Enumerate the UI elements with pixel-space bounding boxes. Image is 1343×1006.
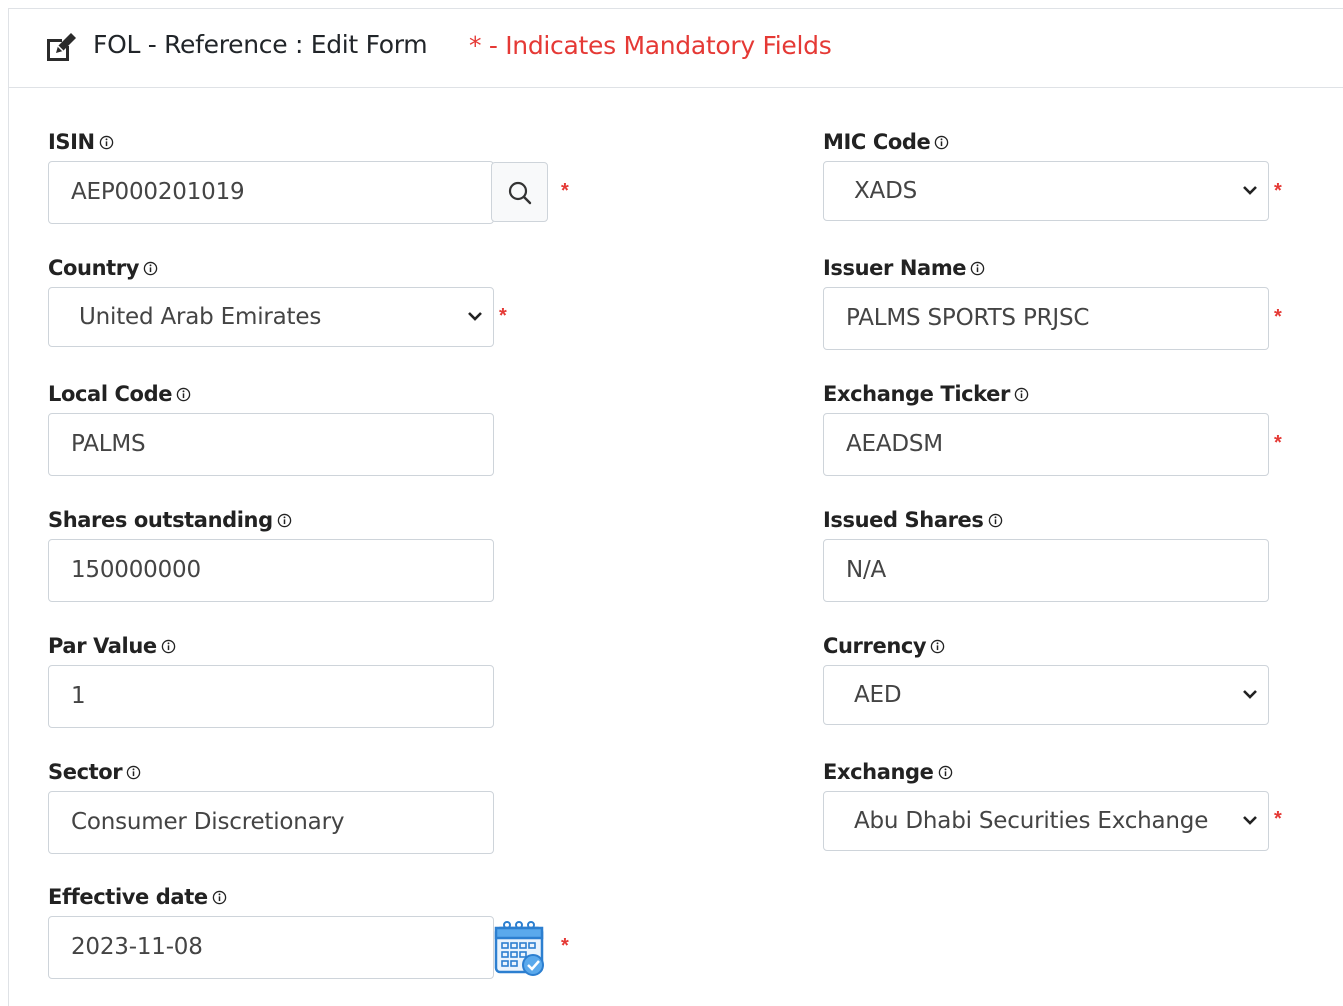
country-label: Country	[48, 256, 140, 280]
page-title: FOL - Reference : Edit Form	[93, 30, 428, 59]
isin-search-button[interactable]	[491, 162, 548, 222]
required-marker: *	[1274, 306, 1282, 328]
info-icon	[161, 639, 175, 654]
chevron-down-icon	[1243, 690, 1257, 699]
currency-select[interactable]: AED	[823, 665, 1269, 725]
info-icon	[277, 513, 291, 528]
search-icon	[508, 181, 532, 205]
isin-input[interactable]: AEP000201019	[48, 161, 494, 224]
local-code-input[interactable]: PALMS	[48, 413, 494, 476]
info-icon	[930, 639, 945, 654]
country-value: United Arab Emirates	[79, 304, 322, 330]
sector-input[interactable]: Consumer Discretionary	[48, 791, 494, 854]
country-select[interactable]: United Arab Emirates	[48, 287, 494, 347]
info-icon	[938, 765, 952, 780]
required-marker: *	[561, 935, 569, 957]
issuer-name-label: Issuer Name	[823, 256, 967, 280]
chevron-down-icon	[468, 312, 482, 321]
chevron-down-icon	[1243, 186, 1257, 195]
issued-shares-label: Issued Shares	[823, 508, 984, 532]
exchange-label: Exchange	[823, 760, 934, 784]
card-header: FOL - Reference : Edit Form * - Indicate…	[9, 9, 1343, 88]
local-code-label: Local Code	[48, 382, 173, 406]
edit-form-card: FOL - Reference : Edit Form * - Indicate…	[8, 8, 1343, 1006]
exchange-ticker-input[interactable]: AEADSM	[823, 413, 1269, 476]
par-value-input[interactable]: 1	[48, 665, 494, 728]
info-icon	[143, 261, 158, 276]
shares-outstanding-label: Shares outstanding	[48, 508, 273, 532]
required-marker: *	[1274, 432, 1282, 454]
required-marker: *	[499, 305, 507, 327]
info-icon	[176, 387, 191, 402]
info-icon	[1014, 387, 1029, 402]
exchange-select[interactable]: Abu Dhabi Securities Exchange	[823, 791, 1269, 851]
currency-value: AED	[854, 682, 902, 708]
mandatory-note: * - Indicates Mandatory Fields	[469, 31, 832, 60]
par-value-label: Par Value	[48, 634, 157, 658]
required-marker: *	[1274, 180, 1282, 202]
effective-date-label: Effective date	[48, 885, 208, 909]
mic-code-value: XADS	[854, 178, 918, 204]
effective-date-input[interactable]: 2023-11-08	[48, 916, 494, 979]
mic-code-label: MIC Code	[823, 130, 931, 154]
shares-outstanding-input[interactable]: 150000000	[48, 539, 494, 602]
info-icon	[99, 135, 113, 150]
required-marker: *	[1274, 808, 1282, 830]
edit-icon	[47, 33, 76, 61]
info-icon	[988, 513, 1002, 528]
issued-shares-input[interactable]: N/A	[823, 539, 1269, 602]
info-icon	[212, 890, 226, 905]
isin-label: ISIN	[48, 130, 95, 154]
info-icon	[970, 261, 985, 276]
chevron-down-icon	[1243, 816, 1257, 825]
exchange-value: Abu Dhabi Securities Exchange	[854, 808, 1209, 834]
mic-code-select[interactable]: XADS	[823, 161, 1269, 221]
exchange-ticker-label: Exchange Ticker	[823, 382, 1010, 406]
currency-label: Currency	[823, 634, 927, 658]
info-icon	[127, 765, 141, 780]
issuer-name-input[interactable]: PALMS SPORTS PRJSC	[823, 287, 1269, 350]
info-icon	[935, 135, 949, 150]
calendar-icon[interactable]	[487, 915, 551, 979]
sector-label: Sector	[48, 760, 123, 784]
required-marker: *	[561, 180, 569, 202]
